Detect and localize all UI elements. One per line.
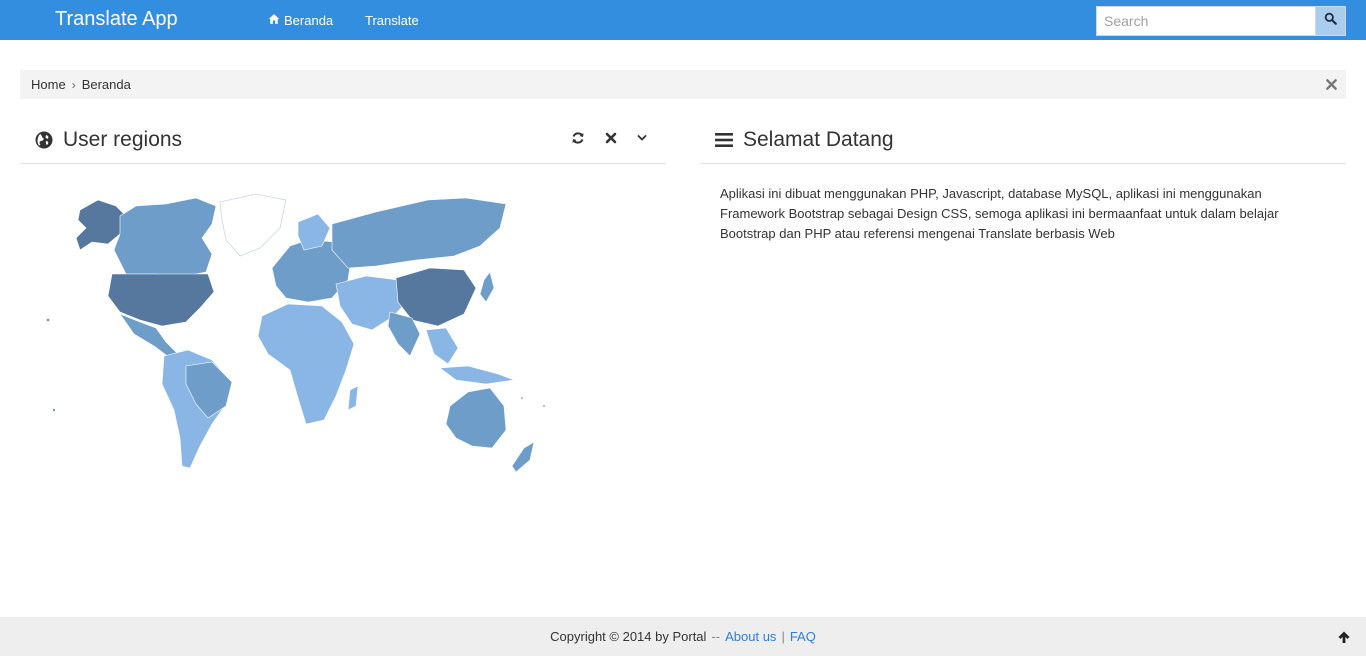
welcome-text: Aplikasi ini dibuat menggunakan PHP, Jav… <box>720 186 1279 241</box>
footer-separator: | <box>781 629 785 644</box>
top-navbar: Translate App Beranda Translate <box>0 0 1366 40</box>
chevron-down-icon <box>635 131 649 150</box>
app-brand[interactable]: Translate App <box>55 8 178 31</box>
map-region-japan <box>479 271 495 303</box>
map-region-se-asia <box>425 327 459 365</box>
breadcrumb-item-beranda: Beranda <box>81 77 131 92</box>
footer-separator: -- <box>711 629 721 644</box>
refresh-icon <box>571 131 585 150</box>
faq-link[interactable]: FAQ <box>790 629 816 644</box>
map-region-greenland <box>219 193 287 257</box>
panel-divider <box>20 163 666 164</box>
nav-item-label: Translate <box>365 13 419 28</box>
close-icon <box>604 131 618 150</box>
map-region-africa <box>257 303 355 425</box>
map-region-canada <box>113 197 217 277</box>
breadcrumb-separator: › <box>71 77 76 92</box>
footer-copyright: Copyright © 2014 by Portal <box>550 629 707 644</box>
map-region-madagascar <box>347 385 359 411</box>
globe-icon <box>34 130 54 150</box>
close-icon[interactable] <box>1325 78 1338 91</box>
world-map <box>46 193 545 473</box>
close-panel-button[interactable] <box>603 132 619 148</box>
refresh-button[interactable] <box>570 131 586 150</box>
arrow-up-icon[interactable] <box>1337 630 1351 644</box>
nav-item-translate[interactable]: Translate <box>365 13 419 28</box>
breadcrumb-item-home[interactable]: Home <box>31 77 66 92</box>
breadcrumb: Home › Beranda <box>20 70 1346 99</box>
panel-title-text: User regions <box>63 128 183 151</box>
about-us-link[interactable]: About us <box>725 629 776 644</box>
search-icon <box>1324 12 1337 30</box>
collapse-panel-button[interactable] <box>634 132 650 148</box>
map-region-indonesia <box>439 365 515 385</box>
map-region-russia <box>331 197 507 269</box>
search-input[interactable] <box>1096 6 1316 36</box>
search-button[interactable] <box>1315 6 1346 36</box>
panel-divider <box>700 163 1346 164</box>
map-region-new-zealand <box>511 441 535 473</box>
footer: Copyright © 2014 by Portal -- About us |… <box>0 617 1366 656</box>
nav-item-beranda[interactable]: Beranda <box>268 13 333 28</box>
bars-icon <box>714 130 734 150</box>
panel-title-text: Selamat Datang <box>743 128 894 151</box>
map-region-australia <box>445 387 507 449</box>
panel-title-user-regions: User regions <box>34 128 182 152</box>
home-icon <box>268 13 280 28</box>
nav-item-label: Beranda <box>284 13 334 28</box>
panel-title-selamat-datang: Selamat Datang <box>714 128 894 152</box>
